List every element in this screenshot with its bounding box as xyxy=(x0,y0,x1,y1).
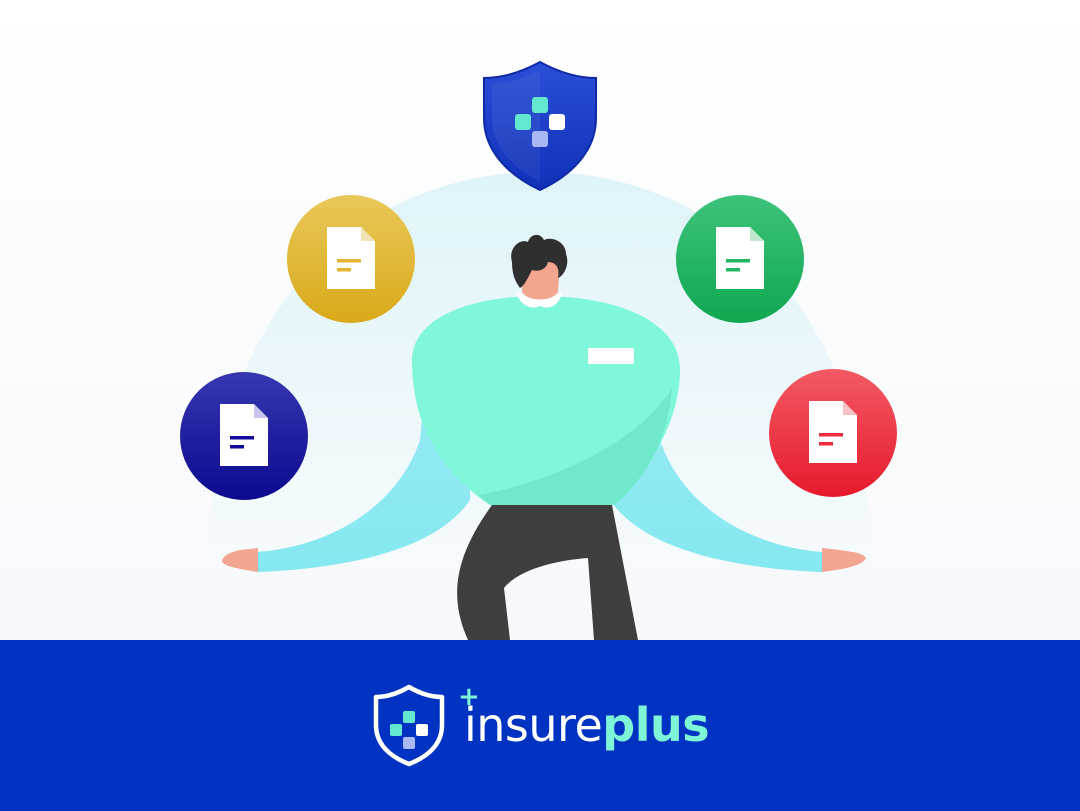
brand-name-part1: insure xyxy=(464,698,603,752)
insurance-illustration xyxy=(0,0,1080,640)
document-icon xyxy=(716,227,764,289)
document-bubble-green xyxy=(676,195,804,323)
name-badge xyxy=(588,348,634,364)
document-bubble-navy xyxy=(180,372,308,500)
document-bubble-red xyxy=(769,369,897,497)
document-icon xyxy=(809,401,857,463)
document-icon xyxy=(220,404,268,466)
shield-plus-icon xyxy=(373,684,445,767)
wordmark-plus-icon: + xyxy=(458,682,480,712)
brand-name-part2: plus xyxy=(602,698,710,752)
brand-wordmark: + insureplus xyxy=(458,684,710,748)
brand-logo: + insureplus xyxy=(372,680,710,770)
document-icon xyxy=(327,227,375,289)
document-bubble-gold xyxy=(287,195,415,323)
